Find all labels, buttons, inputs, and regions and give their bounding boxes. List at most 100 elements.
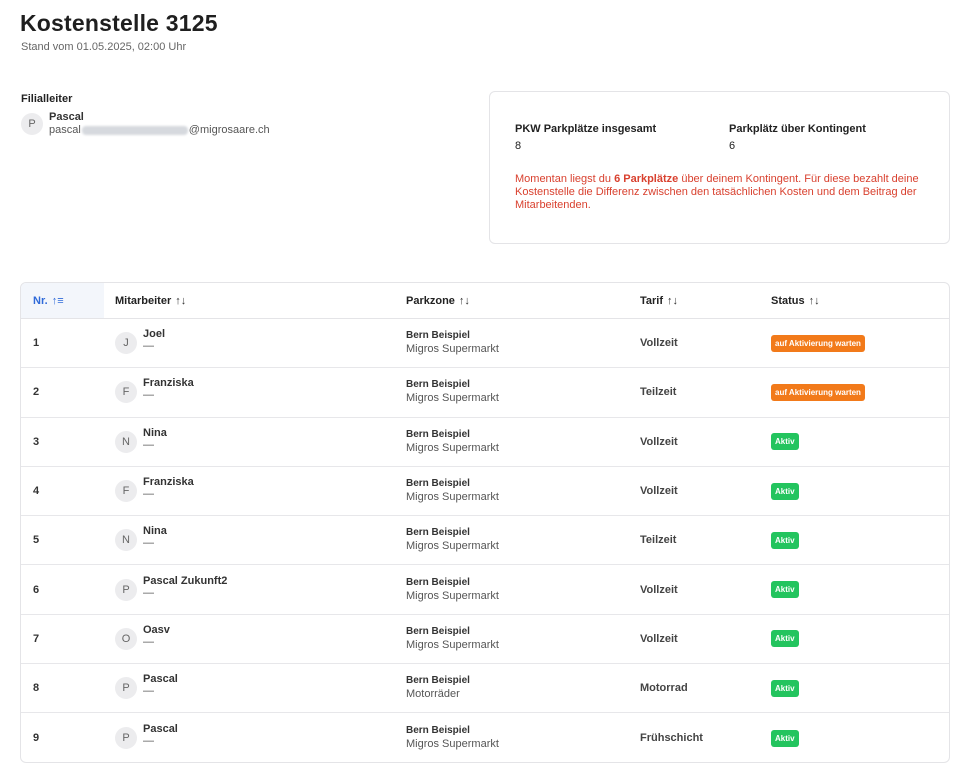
table-row[interactable]: 1 J Joel — Bern Beispiel Migros Supermar… <box>21 319 949 369</box>
parking-zone-cell: Bern Beispiel Migros Supermarkt <box>406 565 499 613</box>
parking-zone-location: Migros Supermarkt <box>406 738 499 751</box>
manager-name: Pascal <box>49 111 84 123</box>
row-number: 5 <box>33 534 40 547</box>
status-badge: Aktiv <box>771 581 799 599</box>
table-row[interactable]: 8 P Pascal — Bern Beispiel Motorräder Mo… <box>21 664 949 714</box>
parking-zone-cell: Bern Beispiel Migros Supermarkt <box>406 319 499 367</box>
employee-name: Oasv <box>143 623 170 636</box>
column-label-zone: Parkzone <box>406 294 455 307</box>
status-badge: Aktiv <box>771 482 799 500</box>
column-header-status[interactable]: Status ↑↓ <box>771 283 820 318</box>
parking-zone-location: Migros Supermarkt <box>406 392 499 405</box>
tarif: Frühschicht <box>640 732 703 745</box>
parking-zone-location: Migros Supermarkt <box>406 491 499 504</box>
total-parking-stat: PKW Parkplätze insgesamt 8 <box>515 123 656 152</box>
employee-cell: N Nina — <box>115 516 167 564</box>
sort-icon: ↑↓ <box>667 294 679 307</box>
sort-icon: ↑↓ <box>175 294 187 307</box>
table-row[interactable]: 6 P Pascal Zukunft2 — Bern Beispiel Migr… <box>21 565 949 615</box>
tarif: Vollzeit <box>640 337 678 350</box>
total-parking-value: 8 <box>515 140 522 152</box>
row-number: 3 <box>33 435 40 448</box>
avatar: N <box>115 529 137 552</box>
row-number: 7 <box>33 632 40 645</box>
total-parking-label: PKW Parkplätze insgesamt <box>515 123 657 135</box>
avatar: P <box>115 677 137 700</box>
manager-email-suffix: @migrosaare.ch <box>188 124 270 136</box>
parking-zone-name: Bern Beispiel <box>406 330 470 342</box>
tarif: Vollzeit <box>640 485 678 498</box>
parking-zone-cell: Bern Beispiel Migros Supermarkt <box>406 516 499 564</box>
employees-table: Nr. ↑≡ Mitarbeiter ↑↓ Parkzone ↑↓ Tarif … <box>20 282 950 763</box>
table-row[interactable]: 2 F Franziska — Bern Beispiel Migros Sup… <box>21 368 949 418</box>
column-header-employee[interactable]: Mitarbeiter ↑↓ <box>115 283 186 318</box>
manager-info: P Pascal pascal @migrosaare.ch <box>21 111 270 137</box>
column-label-status: Status <box>771 294 805 307</box>
status-badge: Aktiv <box>771 531 799 549</box>
parking-zone-name: Bern Beispiel <box>406 725 470 737</box>
quota-warning-bold: 6 Parkplätze <box>614 173 679 185</box>
employee-subtitle: — <box>143 438 154 451</box>
tarif: Vollzeit <box>640 435 678 448</box>
row-number: 8 <box>33 682 40 695</box>
parking-zone-cell: Bern Beispiel Migros Supermarkt <box>406 713 499 762</box>
status-cell: Aktiv <box>771 664 799 712</box>
parking-zone-name: Bern Beispiel <box>406 625 470 637</box>
status-badge: auf Aktivierung warten <box>771 383 865 401</box>
status-cell: auf Aktivierung warten <box>771 368 865 416</box>
employee-cell: P Pascal — <box>115 713 178 762</box>
employee-cell: N Nina — <box>115 418 167 466</box>
row-number: 2 <box>33 386 40 399</box>
employee-subtitle: — <box>143 488 154 501</box>
column-header-zone[interactable]: Parkzone ↑↓ <box>406 283 470 318</box>
parking-zone-cell: Bern Beispiel Migros Supermarkt <box>406 615 499 663</box>
column-header-nr[interactable]: Nr. ↑≡ <box>21 283 104 318</box>
manager-heading: Filialleiter <box>21 93 73 105</box>
parking-zone-name: Bern Beispiel <box>406 478 470 490</box>
parking-zone-name: Bern Beispiel <box>406 576 470 588</box>
tarif: Vollzeit <box>640 632 678 645</box>
tarif: Teilzeit <box>640 386 677 399</box>
sort-ascending-icon: ↑≡ <box>51 294 64 307</box>
column-label-tarif: Tarif <box>640 294 664 307</box>
table-row[interactable]: 5 N Nina — Bern Beispiel Migros Supermar… <box>21 516 949 566</box>
parking-zone-location: Migros Supermarkt <box>406 638 499 651</box>
table-row[interactable]: 3 N Nina — Bern Beispiel Migros Supermar… <box>21 418 949 467</box>
status-badge: Aktiv <box>771 630 799 648</box>
status-badge: auf Aktivierung warten <box>771 334 865 352</box>
status-cell: Aktiv <box>771 565 799 613</box>
sort-icon: ↑↓ <box>458 294 470 307</box>
avatar: P <box>115 578 137 601</box>
parking-zone-cell: Bern Beispiel Migros Supermarkt <box>406 368 499 416</box>
employee-cell: F Franziska — <box>115 467 194 515</box>
employee-cell: J Joel — <box>115 319 165 367</box>
quota-warning-pre: Momentan liegst du <box>515 173 615 185</box>
employee-subtitle: — <box>143 537 154 550</box>
table-row[interactable]: 9 P Pascal — Bern Beispiel Migros Superm… <box>21 713 949 762</box>
avatar: P <box>21 113 43 135</box>
avatar: P <box>115 727 137 750</box>
column-label-employee: Mitarbeiter <box>115 294 172 307</box>
status-cell: Aktiv <box>771 516 799 564</box>
column-label-nr: Nr. <box>33 294 48 307</box>
over-quota-label: Parkplätz über Kontingent <box>729 123 866 135</box>
employee-subtitle: — <box>143 586 154 599</box>
table-header: Nr. ↑≡ Mitarbeiter ↑↓ Parkzone ↑↓ Tarif … <box>21 283 949 319</box>
employee-cell: P Pascal Zukunft2 — <box>115 565 227 613</box>
avatar: N <box>115 430 137 453</box>
table-row[interactable]: 4 F Franziska — Bern Beispiel Migros Sup… <box>21 467 949 517</box>
employee-name: Nina <box>143 426 167 439</box>
column-header-tarif[interactable]: Tarif ↑↓ <box>640 283 678 318</box>
tarif: Motorrad <box>640 682 688 695</box>
avatar: J <box>115 332 137 355</box>
page-subtitle: Stand vom 01.05.2025, 02:00 Uhr <box>21 41 187 53</box>
table-row[interactable]: 7 O Oasv — Bern Beispiel Migros Supermar… <box>21 615 949 665</box>
redacted-blur <box>81 126 188 135</box>
parking-zone-name: Bern Beispiel <box>406 379 470 391</box>
parking-zone-name: Bern Beispiel <box>406 527 470 539</box>
parking-zone-location: Migros Supermarkt <box>406 589 499 602</box>
status-cell: Aktiv <box>771 418 799 466</box>
employee-subtitle: — <box>143 340 154 353</box>
employee-subtitle: — <box>143 735 154 748</box>
parking-zone-location: Motorräder <box>406 688 460 701</box>
